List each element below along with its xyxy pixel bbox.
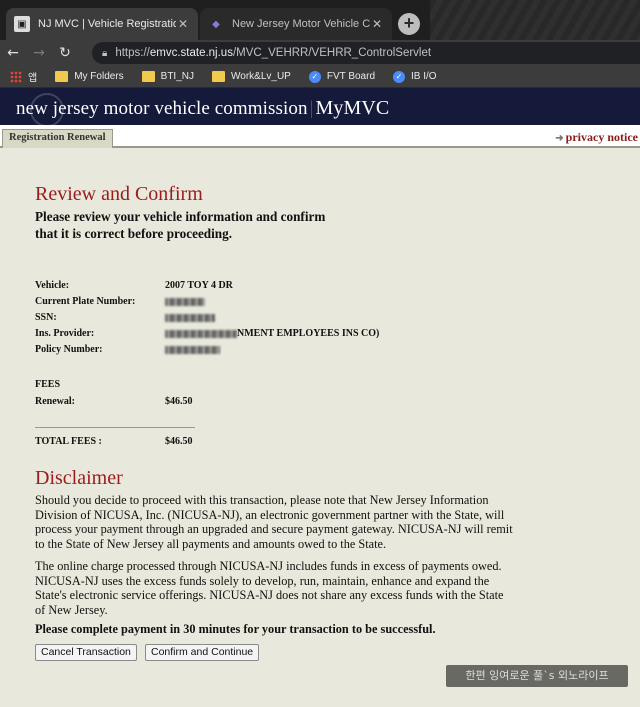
tab-title: New Jersey Motor Vehicle Comm bbox=[232, 18, 370, 30]
brand-separator: | bbox=[309, 98, 314, 119]
total-value: $46.50 bbox=[165, 436, 193, 447]
bookmark-ib-io[interactable]: ✓ IB I/O bbox=[393, 70, 437, 83]
bookmark-apps[interactable]: 앱 bbox=[0, 69, 37, 84]
diamond-favicon-icon: ◆ bbox=[212, 18, 220, 30]
field-label: SSN: bbox=[35, 312, 57, 323]
new-tab-button[interactable]: + bbox=[398, 13, 420, 35]
field-value-redacted bbox=[165, 344, 220, 355]
forward-arrow-icon[interactable]: → bbox=[26, 45, 52, 61]
privacy-notice-link[interactable]: ➜ privacy notice bbox=[555, 130, 638, 145]
field-label: Current Plate Number: bbox=[35, 296, 136, 307]
browser-tabstrip: ▣ NJ MVC | Vehicle Registration Re ✕ ◆ N… bbox=[0, 0, 640, 40]
cancel-transaction-button[interactable]: Cancel Transaction bbox=[35, 644, 137, 661]
fee-value: $46.50 bbox=[165, 396, 193, 407]
disclaimer-paragraph-2: The online charge processed through NICU… bbox=[35, 559, 504, 617]
blog-watermark: 한편 잉여로운 풀`s 외노라이프 bbox=[446, 665, 628, 687]
check-icon: ✓ bbox=[308, 70, 321, 83]
field-value: NMENT EMPLOYEES INS CO) bbox=[165, 328, 379, 339]
disclaimer-heading: Disclaimer bbox=[35, 467, 123, 489]
bookmark-label: Work&Lv_UP bbox=[231, 71, 291, 82]
site-brand: new jersey motor vehicle commission | MyMV… bbox=[16, 97, 389, 120]
page-title: Review and Confirm bbox=[35, 183, 203, 205]
mvc-favicon-icon: ▣ bbox=[14, 16, 30, 32]
privacy-notice-label: privacy notice bbox=[565, 130, 638, 144]
tab-close-icon[interactable]: ✕ bbox=[176, 17, 190, 31]
bookmark-fvt-board[interactable]: ✓ FVT Board bbox=[308, 70, 376, 83]
brand-name: new jersey motor vehicle commission bbox=[16, 98, 308, 119]
site-banner: new jersey motor vehicle commission | MyMV… bbox=[0, 88, 640, 125]
back-arrow-icon[interactable]: ← bbox=[0, 45, 26, 61]
check-icon: ✓ bbox=[393, 70, 406, 83]
fee-label: Renewal: bbox=[35, 396, 75, 407]
bookmark-my-folders[interactable]: My Folders bbox=[55, 71, 124, 82]
total-label: TOTAL FEES : bbox=[35, 436, 102, 447]
folder-icon bbox=[212, 71, 225, 82]
tab-close-icon[interactable]: ✕ bbox=[370, 17, 384, 31]
address-bar[interactable]: 🔒︎ https:// emvc.state.nj.us /MVC_VEHRR/… bbox=[92, 42, 640, 64]
field-value-redacted bbox=[165, 296, 205, 307]
lock-icon: 🔒︎ bbox=[102, 47, 108, 59]
bookmark-label: FVT Board bbox=[326, 71, 376, 82]
url-path: /MVC_VEHRR/VEHRR_ControlServlet bbox=[232, 47, 432, 59]
tab-registration-renewal[interactable]: Registration Renewal bbox=[2, 129, 113, 148]
bookmark-work-lv-up[interactable]: Work&Lv_UP bbox=[212, 71, 291, 82]
browser-tab-active[interactable]: ▣ NJ MVC | Vehicle Registration Re ✕ bbox=[6, 8, 198, 40]
folder-icon bbox=[141, 71, 155, 82]
browser-tab-inactive[interactable]: ◆ New Jersey Motor Vehicle Comm ✕ bbox=[200, 8, 392, 40]
reload-icon[interactable]: ↻ bbox=[52, 45, 78, 61]
field-value: 2007 TOY 4 DR bbox=[165, 280, 233, 291]
apps-icon bbox=[10, 70, 22, 83]
main-content: Review and Confirm Please review your ve… bbox=[0, 150, 640, 707]
payment-time-warning: Please complete payment in 30 minutes fo… bbox=[35, 622, 436, 636]
field-value-redacted bbox=[165, 312, 215, 323]
bookmark-label: IB I/O bbox=[411, 71, 437, 82]
field-label: Ins. Provider: bbox=[35, 328, 95, 339]
page-subtitle: Please review your vehicle information a… bbox=[35, 209, 326, 241]
bookmark-label: BTI_NJ bbox=[160, 71, 194, 82]
site-tabs-bar: Registration Renewal ➜ privacy notice bbox=[0, 125, 640, 148]
tab-title: NJ MVC | Vehicle Registration Re bbox=[38, 18, 176, 30]
folder-icon bbox=[55, 71, 69, 82]
url-host: emvc.state.nj.us bbox=[149, 47, 233, 59]
field-value-text: NMENT EMPLOYEES INS CO) bbox=[237, 328, 380, 339]
field-label: Vehicle: bbox=[35, 280, 70, 291]
bookmark-label: My Folders bbox=[74, 71, 124, 82]
disclaimer-paragraph-1: Should you decide to proceed with this t… bbox=[35, 493, 513, 551]
url-prefix: https:// bbox=[115, 47, 150, 59]
bookmarks-bar: 앱 My Folders BTI_NJ Work&Lv_UP ✓ FVT Boa… bbox=[0, 66, 640, 88]
field-label: Policy Number: bbox=[35, 344, 103, 355]
tabstrip-background bbox=[430, 0, 640, 40]
brand-product: MyMVC bbox=[315, 97, 390, 119]
fees-heading: FEES bbox=[35, 379, 61, 390]
browser-toolbar: ← → ↻ 🔒︎ https:// emvc.state.nj.us /MVC_… bbox=[0, 40, 640, 66]
fees-divider bbox=[35, 427, 195, 428]
confirm-continue-button[interactable]: Confirm and Continue bbox=[145, 644, 260, 661]
arrow-icon: ➜ bbox=[555, 133, 564, 144]
bookmark-label: 앱 bbox=[28, 73, 38, 84]
bookmark-bti-nj[interactable]: BTI_NJ bbox=[141, 71, 194, 82]
